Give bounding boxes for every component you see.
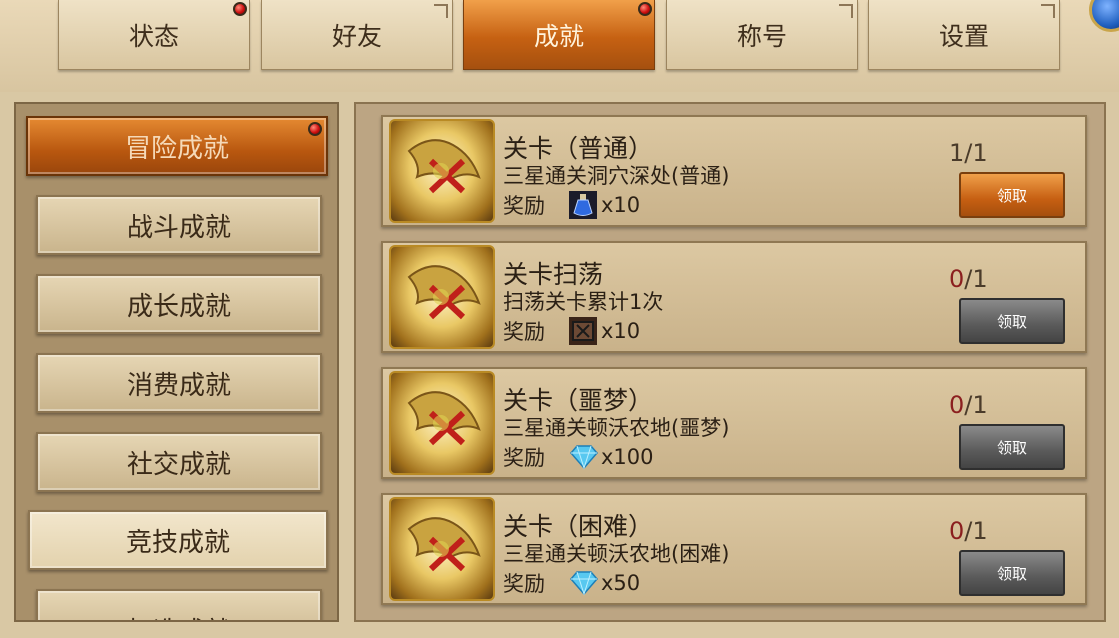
reward-label: 奖励 — [503, 572, 545, 596]
corner-ornament-icon — [1041, 4, 1055, 18]
achievement-description: 三星通关顿沃农地(噩梦) — [503, 416, 730, 440]
reward-label: 奖励 — [503, 194, 545, 218]
notification-dot-icon — [308, 122, 322, 136]
achievement-progress: 0/1 — [949, 265, 988, 293]
notification-dot-icon — [233, 2, 247, 16]
category-combat[interactable]: 战斗成就 — [36, 195, 322, 255]
category-social[interactable]: 社交成就 — [36, 432, 322, 492]
reward-label: 奖励 — [503, 446, 545, 470]
category-label: 成长成就 — [126, 291, 231, 322]
category-label: 消费成就 — [126, 370, 231, 401]
top-tab-bar: 状态 好友 成就 称号 设置 — [0, 0, 1119, 92]
tab-label: 称号 — [736, 21, 787, 51]
achievement-list[interactable]: 关卡（普通） 三星通关洞穴深处(普通) 奖励 x10 1/1 领取 关卡扫荡 扫… — [354, 102, 1106, 622]
reward-quantity: x10 — [601, 193, 641, 217]
corner-ornament-icon — [434, 4, 448, 18]
category-forging[interactable]: 打造成就 — [36, 589, 322, 621]
reward-line: 奖励 x10 — [503, 190, 640, 220]
category-label: 战斗成就 — [126, 212, 231, 243]
tab-label: 好友 — [331, 21, 382, 51]
treasure-map-icon — [389, 371, 495, 475]
tab-achievements[interactable]: 成就 — [463, 0, 655, 70]
category-spending[interactable]: 消费成就 — [36, 353, 322, 413]
category-label: 竞技成就 — [125, 527, 230, 558]
reward-line: 奖励 x10 — [503, 316, 640, 346]
diamond-icon — [569, 569, 598, 597]
reward-line: 奖励 x100 — [503, 442, 654, 472]
achievement-progress: 1/1 — [949, 139, 988, 167]
tab-settings[interactable]: 设置 — [868, 0, 1060, 70]
tab-friends[interactable]: 好友 — [261, 0, 453, 70]
treasure-map-icon — [389, 497, 495, 601]
potion-icon — [569, 191, 597, 219]
category-arena[interactable]: 竞技成就 — [28, 510, 328, 570]
reward-quantity: x100 — [601, 445, 654, 469]
category-adventure[interactable]: 冒险成就 — [26, 116, 328, 176]
claim-button[interactable]: 领取 — [959, 424, 1065, 470]
claim-button[interactable]: 领取 — [959, 298, 1065, 344]
achievement-progress: 0/1 — [949, 391, 988, 419]
claim-button[interactable]: 领取 — [959, 172, 1065, 218]
achievement-row: 关卡（普通） 三星通关洞穴深处(普通) 奖励 x10 1/1 领取 — [381, 115, 1087, 227]
achievement-description: 扫荡关卡累计1次 — [503, 290, 664, 314]
corner-ornament-icon — [839, 4, 853, 18]
tab-label: 设置 — [938, 21, 989, 51]
category-sidebar: 冒险成就 战斗成就 成长成就 消费成就 社交成就 竞技成就 打造成就 — [14, 102, 339, 622]
achievement-progress: 0/1 — [949, 517, 988, 545]
tab-label: 状态 — [128, 21, 179, 51]
reward-line: 奖励 x50 — [503, 568, 640, 598]
diamond-icon — [569, 443, 598, 471]
treasure-map-icon — [389, 245, 495, 349]
category-label: 冒险成就 — [124, 133, 229, 164]
close-orb-icon[interactable] — [1089, 0, 1119, 32]
scroll-item-icon — [569, 317, 597, 345]
achievement-description: 三星通关顿沃农地(困难) — [503, 542, 730, 566]
reward-quantity: x50 — [601, 571, 641, 595]
tab-titles[interactable]: 称号 — [666, 0, 858, 70]
notification-dot-icon — [638, 2, 652, 16]
treasure-map-icon — [389, 119, 495, 223]
reward-label: 奖励 — [503, 320, 545, 344]
achievement-row: 关卡扫荡 扫荡关卡累计1次 奖励 x10 0/1 领取 — [381, 241, 1087, 353]
achievement-row: 关卡（困难） 三星通关顿沃农地(困难) 奖励 x50 0/1 领取 — [381, 493, 1087, 605]
achievement-description: 三星通关洞穴深处(普通) — [503, 164, 730, 188]
category-label: 打造成就 — [127, 611, 231, 621]
tab-label: 成就 — [533, 21, 584, 51]
category-growth[interactable]: 成长成就 — [36, 274, 322, 334]
category-label: 社交成就 — [126, 449, 231, 480]
achievement-row: 关卡（噩梦） 三星通关顿沃农地(噩梦) 奖励 x100 0/1 领取 — [381, 367, 1087, 479]
tab-status[interactable]: 状态 — [58, 0, 250, 70]
reward-quantity: x10 — [601, 319, 641, 343]
claim-button[interactable]: 领取 — [959, 550, 1065, 596]
